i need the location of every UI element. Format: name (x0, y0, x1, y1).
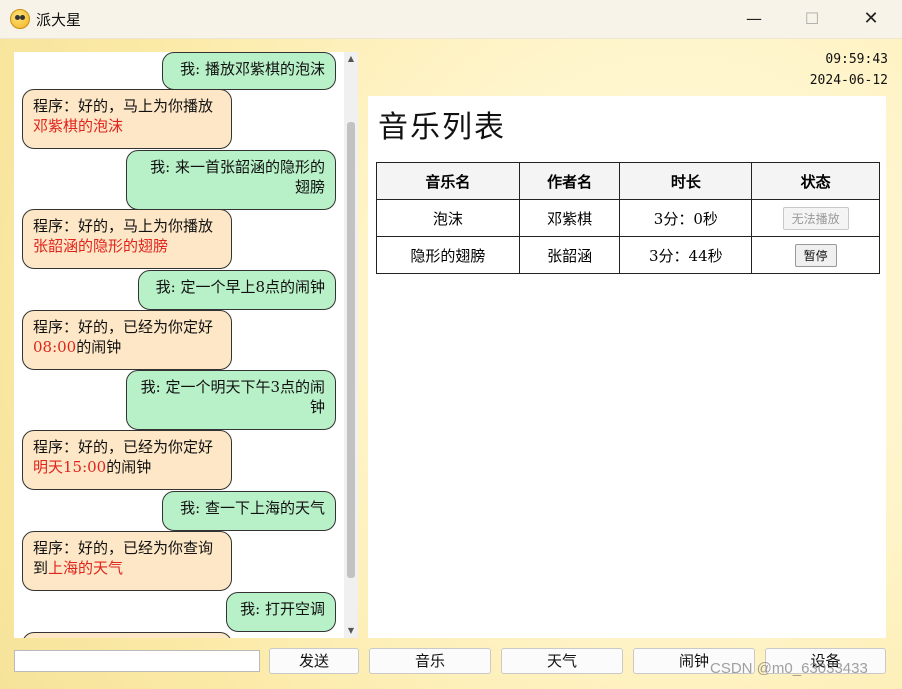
table-row: 泡沫 邓紫棋 3分：0秒 无法播放 (376, 199, 880, 237)
close-button[interactable]: ✕ (849, 6, 893, 32)
clock-time: 09:59:43 (825, 52, 888, 67)
music-list-title: 音乐列表 (378, 110, 506, 145)
message-highlight-text: 邓紫棋的泡沫 (33, 117, 124, 135)
chat-message-bot: 程序：好的，马上为你播放邓紫棋的泡沫 (22, 89, 232, 149)
minimize-button[interactable]: — (732, 6, 776, 32)
song-duration: 3分：0秒 (619, 199, 753, 237)
song-name: 泡沫 (376, 199, 520, 237)
cannot-play-button: 无法播放 (782, 206, 849, 230)
music-panel: 音乐列表 音乐名 作者名 时长 状态 泡沫 邓紫棋 3分：0秒 无法播放 隐形的… (368, 96, 886, 638)
music-table: 音乐名 作者名 时长 状态 泡沫 邓紫棋 3分：0秒 无法播放 隐形的翅膀 张韶… (376, 162, 880, 274)
table-header-row: 音乐名 作者名 时长 状态 (376, 162, 880, 200)
song-status-cell: 无法播放 (751, 199, 880, 237)
message-highlight-text: 明天15:00 (33, 458, 107, 476)
message-highlight-text: 上海的天气 (48, 559, 124, 577)
message-text: 程序：好的，马上为你播放 (33, 217, 214, 235)
music-button[interactable]: 音乐 (369, 648, 491, 674)
chat-panel[interactable]: 我: 播放邓紫棋的泡沫 程序：好的，马上为你播放邓紫棋的泡沫 我: 来一首张韶涵… (14, 52, 358, 638)
message-highlight-text: 08:00 (33, 338, 77, 356)
chat-message-bot: 程序：好的，已经为你定好 08:00的闹钟 (22, 310, 232, 370)
song-status-cell: 暂停 (751, 236, 880, 274)
message-text: 程序：好的，马上为你播放 (33, 97, 214, 115)
watermark: CSDN @m0_63033433 (710, 660, 868, 677)
song-duration: 3分：44秒 (619, 236, 753, 274)
message-highlight-text: 张韶涵的隐形的翅膀 (33, 237, 169, 255)
message-text: 我: 播放邓紫棋的泡沫 (180, 60, 325, 78)
message-text: 程序：好的，已经为你定好 (33, 318, 214, 336)
chat-message-user: 我: 播放邓紫棋的泡沫 (162, 52, 336, 90)
column-header-status: 状态 (751, 162, 880, 200)
chat-message-bot-partial (22, 632, 232, 638)
maximize-button[interactable]: ☐ (790, 6, 834, 32)
window-title: 派大星 (36, 11, 82, 29)
chat-scrollbar[interactable]: ▲ ▼ (344, 52, 358, 638)
message-text: 程序：好的，已经为你定好 (33, 438, 214, 456)
chat-message-bot: 程序：好的，马上为你播放张韶涵的隐形的翅膀 (22, 209, 232, 269)
pause-button[interactable]: 暂停 (794, 243, 837, 267)
weather-button[interactable]: 天气 (501, 648, 623, 674)
app-smiley-icon (10, 9, 30, 29)
chat-message-user: 我: 查一下上海的天气 (162, 491, 336, 531)
message-text: 我: 查一下上海的天气 (180, 499, 325, 517)
table-row: 隐形的翅膀 张韶涵 3分：44秒 暂停 (376, 236, 880, 274)
chat-message-bot: 程序：好的，已经为你定好明天15:00的闹钟 (22, 430, 232, 490)
song-artist: 张韶涵 (518, 236, 621, 274)
message-text: 我: 打开空调 (240, 600, 325, 618)
clock-date: 2024-06-12 (809, 73, 888, 88)
column-header-artist: 作者名 (518, 162, 621, 200)
chat-message-bot: 程序：好的，已经为你查询到上海的天气 (22, 531, 232, 591)
message-text: 我: 定一个早上8点的闹钟 (155, 278, 325, 296)
song-artist: 邓紫棋 (518, 199, 621, 237)
chat-message-user: 我: 定一个早上8点的闹钟 (138, 270, 336, 310)
send-button[interactable]: 发送 (269, 648, 359, 674)
message-text: 我: 来一首张韶涵的隐形的翅膀 (150, 158, 325, 196)
message-text: 的闹钟 (106, 458, 152, 476)
message-text: 我: 定一个明天下午3点的闹钟 (140, 378, 325, 416)
title-bar: 派大星 — ☐ ✕ (0, 0, 902, 39)
chat-message-user: 我: 定一个明天下午3点的闹钟 (126, 370, 336, 430)
song-name: 隐形的翅膀 (376, 236, 520, 274)
column-header-duration: 时长 (619, 162, 753, 200)
scroll-thumb[interactable] (347, 122, 355, 578)
scroll-up-arrow-icon[interactable]: ▲ (344, 52, 358, 66)
chat-message-user: 我: 来一首张韶涵的隐形的翅膀 (126, 150, 336, 210)
chat-message-user: 我: 打开空调 (226, 592, 336, 632)
message-text: 的闹钟 (76, 338, 122, 356)
chat-input[interactable] (14, 650, 260, 672)
column-header-name: 音乐名 (376, 162, 520, 200)
scroll-down-arrow-icon[interactable]: ▼ (344, 624, 358, 638)
